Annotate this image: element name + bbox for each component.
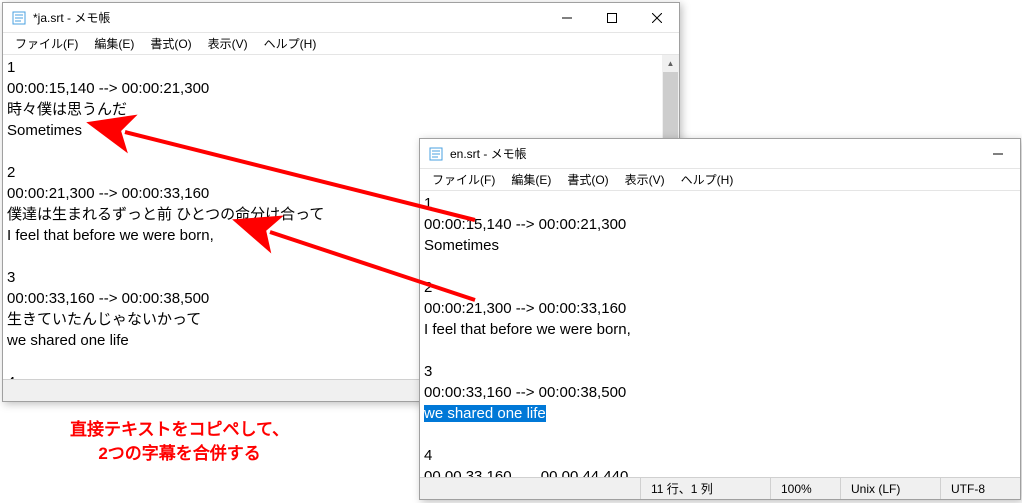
scroll-up-icon[interactable]: ▲ xyxy=(662,55,679,72)
menu-edit[interactable]: 編集(E) xyxy=(86,33,142,54)
status-eol: Unix (LF) xyxy=(840,478,940,499)
close-button[interactable] xyxy=(634,3,679,32)
annotation-line1: 直接テキストをコピペして、 xyxy=(70,418,289,442)
menubar: ファイル(F) 編集(E) 書式(O) 表示(V) ヘルプ(H) xyxy=(420,169,1020,191)
menu-file[interactable]: ファイル(F) xyxy=(424,169,503,190)
minimize-button[interactable] xyxy=(544,3,589,32)
window-title: en.srt - メモ帳 xyxy=(450,145,975,162)
window-controls xyxy=(975,139,1020,168)
titlebar[interactable]: en.srt - メモ帳 xyxy=(420,139,1020,169)
menu-format[interactable]: 書式(O) xyxy=(142,33,199,54)
menu-help[interactable]: ヘルプ(H) xyxy=(256,33,325,54)
maximize-button[interactable] xyxy=(589,3,634,32)
window-title: *ja.srt - メモ帳 xyxy=(33,9,544,26)
menu-help[interactable]: ヘルプ(H) xyxy=(673,169,742,190)
menu-view[interactable]: 表示(V) xyxy=(617,169,673,190)
status-zoom: 100% xyxy=(770,478,840,499)
menu-edit[interactable]: 編集(E) xyxy=(503,169,559,190)
notepad-window-en: en.srt - メモ帳 ファイル(F) 編集(E) 書式(O) 表示(V) ヘ… xyxy=(419,138,1021,500)
menu-view[interactable]: 表示(V) xyxy=(200,33,256,54)
statusbar: 11 行、1 列 100% Unix (LF) UTF-8 xyxy=(420,477,1020,499)
menu-file[interactable]: ファイル(F) xyxy=(7,33,86,54)
editor-area[interactable]: 100:00:15,140 --> 00:00:21,300Sometimes2… xyxy=(420,191,1020,477)
selected-text: we shared one life xyxy=(424,405,546,422)
status-position: 11 行、1 列 xyxy=(640,478,770,499)
annotation-line2: 2つの字幕を合併する xyxy=(70,442,289,466)
titlebar[interactable]: *ja.srt - メモ帳 xyxy=(3,3,679,33)
window-controls xyxy=(544,3,679,32)
notepad-icon xyxy=(428,146,444,162)
notepad-icon xyxy=(11,10,27,26)
menubar: ファイル(F) 編集(E) 書式(O) 表示(V) ヘルプ(H) xyxy=(3,33,679,55)
menu-format[interactable]: 書式(O) xyxy=(559,169,616,190)
status-encoding: UTF-8 xyxy=(940,478,1020,499)
annotation-text: 直接テキストをコピペして、 2つの字幕を合併する xyxy=(70,418,289,466)
minimize-button[interactable] xyxy=(975,139,1020,168)
editor-text[interactable]: 100:00:15,140 --> 00:00:21,300Sometimes2… xyxy=(420,191,1020,477)
